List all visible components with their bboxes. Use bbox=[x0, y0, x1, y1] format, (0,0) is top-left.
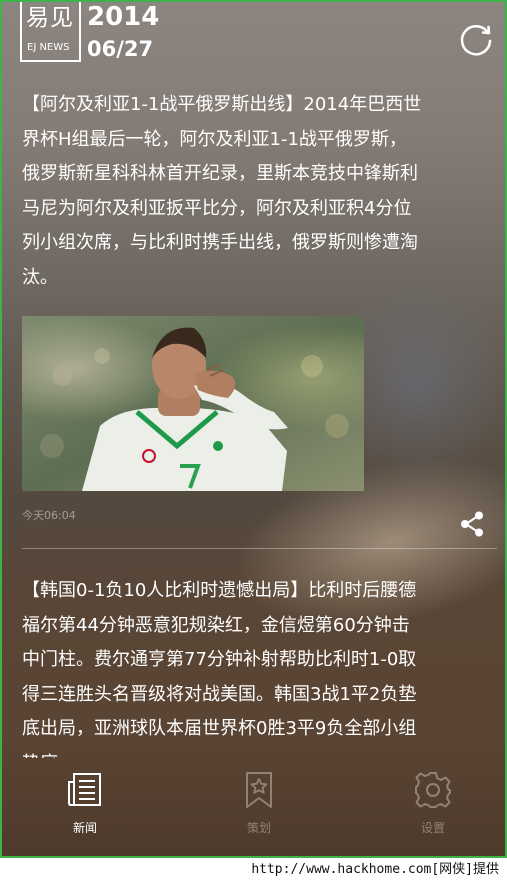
article-divider bbox=[22, 548, 497, 549]
date-year: 2014 bbox=[87, 2, 160, 32]
logo-chinese: 易见 bbox=[26, 5, 74, 31]
tab-features[interactable]: 策划 bbox=[209, 770, 309, 850]
news-app: 易见 EJ NEWS 2014 06/27 【阿尔及利亚1-1战平俄罗斯出线】2… bbox=[2, 2, 505, 856]
app-logo: 易见 EJ NEWS bbox=[20, 2, 81, 62]
share-icon[interactable] bbox=[457, 509, 487, 539]
tab-label: 新闻 bbox=[72, 821, 97, 835]
watermark-strip: http://www.hackhome.com[网侠]提供 bbox=[0, 858, 507, 881]
logo-english: EJ NEWS bbox=[27, 42, 70, 53]
tab-label: 策划 bbox=[246, 821, 271, 835]
tab-news[interactable]: 新闻 bbox=[35, 770, 135, 850]
article-text[interactable]: 【韩国0-1负10人比利时遗憾出局】比利时后腰德福尔第44分钟恶意犯规染红，金信… bbox=[22, 574, 422, 758]
tab-settings[interactable]: 设置 bbox=[383, 770, 483, 850]
refresh-icon[interactable] bbox=[457, 22, 495, 60]
article-timestamp: 今天06:04 bbox=[22, 509, 76, 522]
bottom-tab-bar: 新闻 策划 设置 bbox=[2, 758, 505, 856]
article-photo[interactable] bbox=[22, 316, 364, 491]
watermark-text: http://www.hackhome.com[网侠]提供 bbox=[251, 862, 499, 877]
date-month-day: 06/27 bbox=[87, 37, 154, 61]
bookmark-star-icon bbox=[246, 772, 272, 808]
tab-label: 设置 bbox=[420, 821, 445, 835]
gear-icon bbox=[415, 772, 451, 808]
app-frame: 易见 EJ NEWS 2014 06/27 【阿尔及利亚1-1战平俄罗斯出线】2… bbox=[0, 0, 507, 858]
article-text[interactable]: 【阿尔及利亚1-1战平俄罗斯出线】2014年巴西世界杯H组最后一轮，阿尔及利亚1… bbox=[22, 88, 422, 296]
newspaper-icon bbox=[68, 773, 101, 806]
